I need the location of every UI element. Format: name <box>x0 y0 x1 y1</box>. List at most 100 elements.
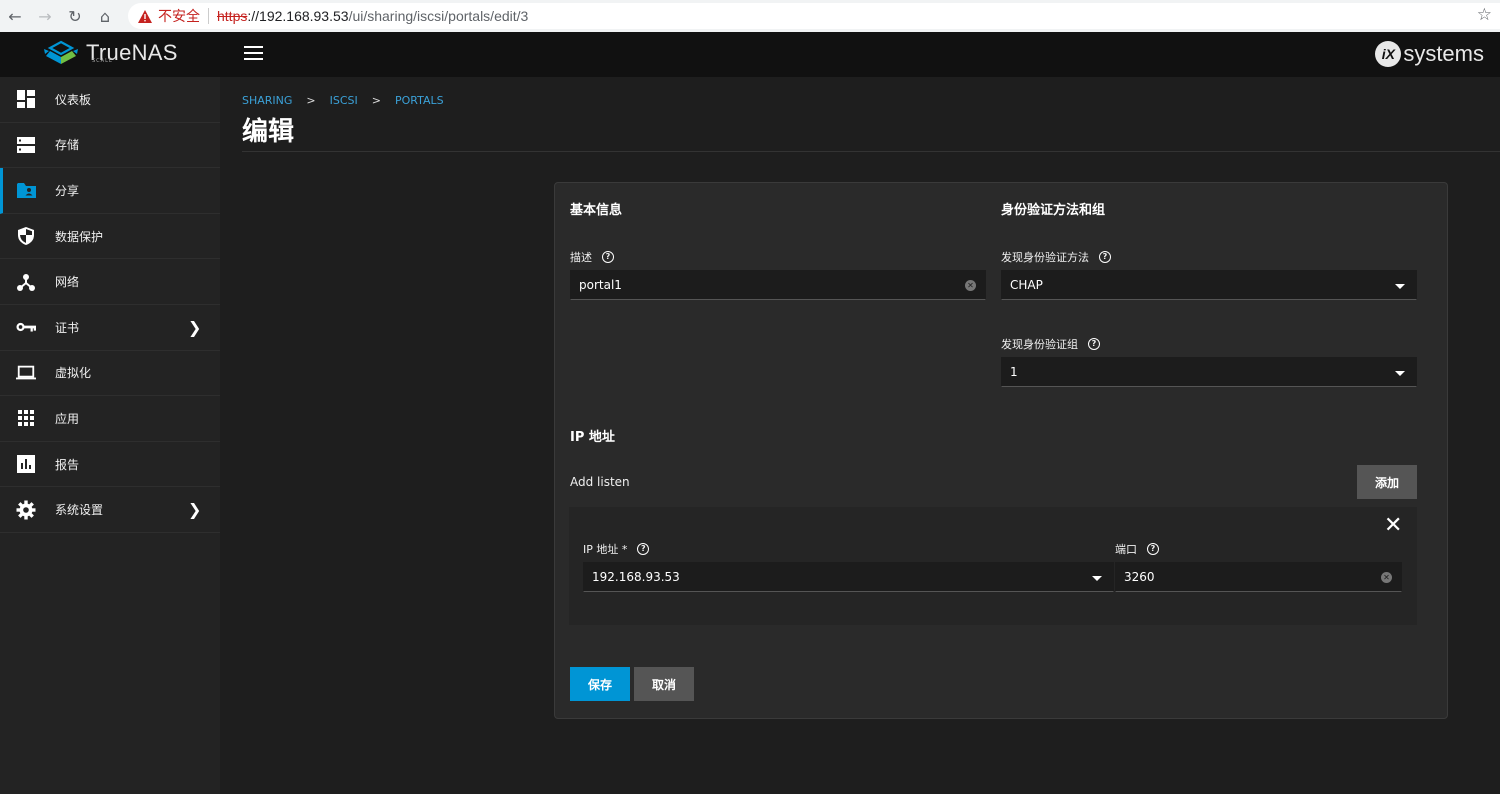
discovery-method-label-text: 发现身份验证方法 <box>1001 251 1089 264</box>
add-listen-label: Add listen <box>570 475 630 489</box>
discovery-group-label: 发现身份验证组 ? <box>1001 336 1100 352</box>
breadcrumb-separator: > <box>371 94 381 107</box>
url-host: ://192.168.93.53 <box>247 8 349 24</box>
sidebar-item-label: 网络 <box>55 275 80 290</box>
address-bar[interactable]: 不安全 https ://192.168.93.53 /ui/sharing/i… <box>128 3 1500 29</box>
port-label: 端口 ? <box>1115 541 1159 557</box>
clear-icon[interactable]: ✕ <box>1381 572 1392 583</box>
help-icon[interactable]: ? <box>602 251 614 263</box>
save-button[interactable]: 保存 <box>570 667 630 701</box>
breadcrumb-separator: > <box>306 94 316 107</box>
sidebar-item-dashboard[interactable]: 仪表板 <box>0 77 220 123</box>
sidebar-item-label: 存储 <box>55 138 80 153</box>
discovery-group-label-text: 发现身份验证组 <box>1001 338 1078 351</box>
listen-entry: ✕ IP 地址 * ? 192.168.93.53 端口 ? 3260 ✕ <box>569 507 1417 625</box>
chevron-right-icon: ❯ <box>188 500 202 520</box>
sidebar-item-label: 报告 <box>55 457 80 472</box>
back-icon[interactable]: ← <box>0 0 30 32</box>
shield-icon <box>16 226 36 246</box>
breadcrumb-iscsi[interactable]: ISCSI <box>330 94 358 107</box>
ip-address-select[interactable]: 192.168.93.53 <box>583 562 1114 592</box>
network-icon <box>16 272 36 292</box>
warning-icon <box>138 9 152 23</box>
sidebar-item-storage[interactable]: 存储 <box>0 123 220 169</box>
help-icon[interactable]: ? <box>1088 338 1100 350</box>
menu-toggle-icon[interactable] <box>244 46 263 62</box>
ip-address-value: 192.168.93.53 <box>592 570 680 584</box>
sidebar-item-data-protection[interactable]: 数据保护 <box>0 214 220 260</box>
ip-address-label-text: IP 地址 * <box>583 543 628 556</box>
dropdown-arrow-icon <box>1092 576 1102 581</box>
sidebar: 仪表板 存储 分享 数据保护 网络 证书 ❯ 虚拟化 应用 报告 系统设置 ❯ <box>0 77 220 794</box>
discovery-method-value: CHAP <box>1010 278 1043 292</box>
folder-shared-icon <box>16 180 36 200</box>
ip-section-title: IP 地址 <box>570 430 615 445</box>
page-title: 编辑 <box>242 117 295 147</box>
auth-section-title: 身份验证方法和组 <box>1001 203 1106 218</box>
storage-icon <box>16 135 36 155</box>
forward-icon[interactable]: → <box>30 0 60 32</box>
url-scheme: https <box>217 8 248 24</box>
chart-icon <box>16 454 36 474</box>
home-icon[interactable]: ⌂ <box>90 0 120 32</box>
ip-address-label: IP 地址 * ? <box>583 541 650 557</box>
clear-icon[interactable]: ✕ <box>965 280 976 291</box>
sidebar-item-label: 应用 <box>55 411 80 426</box>
insecure-label[interactable]: 不安全 <box>158 6 200 26</box>
dashboard-icon <box>16 89 36 109</box>
sidebar-item-label: 分享 <box>55 183 80 198</box>
port-label-text: 端口 <box>1115 543 1137 556</box>
dropdown-arrow-icon <box>1395 284 1405 289</box>
key-icon <box>16 317 36 337</box>
sidebar-item-label: 仪表板 <box>55 92 92 107</box>
sidebar-item-network[interactable]: 网络 <box>0 259 220 305</box>
url-path: /ui/sharing/iscsi/portals/edit/3 <box>348 8 529 24</box>
sidebar-item-sharing[interactable]: 分享 <box>0 168 220 214</box>
discovery-method-label: 发现身份验证方法 ? <box>1001 249 1111 265</box>
port-value: 3260 <box>1124 570 1155 584</box>
reload-icon[interactable]: ↻ <box>60 0 90 32</box>
help-icon[interactable]: ? <box>637 543 650 555</box>
sidebar-item-label: 系统设置 <box>55 503 104 518</box>
truenas-mark-icon <box>44 40 78 64</box>
ixsystems-logo[interactable]: iX systems <box>1375 41 1484 67</box>
sidebar-item-certificates[interactable]: 证书 ❯ <box>0 305 220 351</box>
title-divider <box>242 151 1500 152</box>
discovery-method-select[interactable]: CHAP <box>1001 270 1417 300</box>
browser-toolbar: ← → ↻ ⌂ 不安全 https ://192.168.93.53 /ui/s… <box>0 0 1500 32</box>
breadcrumb-sharing[interactable]: SHARING <box>242 94 292 107</box>
laptop-icon <box>16 363 36 383</box>
dropdown-arrow-icon <box>1395 371 1405 376</box>
cancel-button[interactable]: 取消 <box>634 667 694 701</box>
close-icon[interactable]: ✕ <box>1384 515 1402 537</box>
sidebar-item-label: 数据保护 <box>55 229 104 244</box>
breadcrumb-portals[interactable]: PORTALS <box>395 94 444 107</box>
bookmark-star-icon[interactable]: ☆ <box>1477 5 1492 25</box>
sidebar-item-reporting[interactable]: 报告 <box>0 442 220 488</box>
sidebar-item-virtualization[interactable]: 虚拟化 <box>0 351 220 397</box>
basic-info-title: 基本信息 <box>570 203 623 218</box>
help-icon[interactable]: ? <box>1099 251 1111 263</box>
description-label: 描述 ? <box>570 249 614 265</box>
sidebar-item-system-settings[interactable]: 系统设置 ❯ <box>0 487 220 533</box>
discovery-group-value: 1 <box>1010 365 1018 379</box>
main-content: SHARING > ISCSI > PORTALS 编辑 基本信息 身份验证方法… <box>220 77 1500 794</box>
description-label-text: 描述 <box>570 251 592 264</box>
description-value: portal1 <box>579 278 622 292</box>
ix-badge: iX <box>1375 41 1402 67</box>
add-listen-button[interactable]: 添加 <box>1357 465 1417 499</box>
description-input[interactable]: portal1 ✕ <box>570 270 986 300</box>
discovery-group-select[interactable]: 1 <box>1001 357 1417 387</box>
gear-icon <box>16 500 36 520</box>
sidebar-item-label: 证书 <box>55 320 80 335</box>
apps-icon <box>16 408 36 428</box>
sidebar-item-apps[interactable]: 应用 <box>0 396 220 442</box>
help-icon[interactable]: ? <box>1147 543 1159 555</box>
app-header: TrueNAS SCALE iX systems <box>0 32 1500 77</box>
logo-subtitle: SCALE <box>92 58 114 64</box>
chevron-right-icon: ❯ <box>188 317 202 337</box>
url-divider <box>208 8 209 24</box>
port-input[interactable]: 3260 ✕ <box>1115 562 1402 592</box>
breadcrumb: SHARING > ISCSI > PORTALS <box>242 94 444 107</box>
vendor-text: systems <box>1403 41 1484 66</box>
